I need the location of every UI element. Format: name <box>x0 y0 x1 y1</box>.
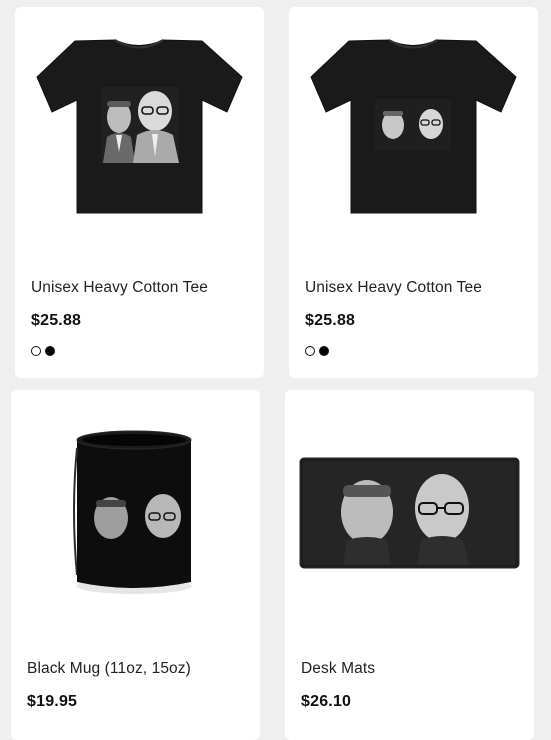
product-image-mug[interactable] <box>11 390 260 640</box>
color-swatches <box>31 346 55 356</box>
swatch-white[interactable] <box>31 346 41 356</box>
product-image-tee-1[interactable] <box>15 7 264 257</box>
swatch-black[interactable] <box>45 346 55 356</box>
product-card-mug[interactable]: Black Mug (11oz, 15oz) $19.95 <box>11 390 260 740</box>
color-swatches <box>305 346 329 356</box>
product-price: $25.88 <box>31 312 82 329</box>
product-price: $26.10 <box>301 693 352 710</box>
swatch-black[interactable] <box>319 346 329 356</box>
product-title[interactable]: Black Mug (11oz, 15oz) <box>27 660 191 678</box>
product-card-desk-mat[interactable]: Desk Mats $26.10 <box>285 390 534 740</box>
product-image-desk-mat[interactable] <box>285 390 534 640</box>
swatch-white[interactable] <box>305 346 315 356</box>
product-card-tee-1[interactable]: Unisex Heavy Cotton Tee $25.88 <box>15 7 264 378</box>
product-card-tee-2[interactable]: Unisex Heavy Cotton Tee $25.88 <box>289 7 538 378</box>
product-price: $19.95 <box>27 693 78 710</box>
product-price: $25.88 <box>305 312 356 329</box>
product-title[interactable]: Unisex Heavy Cotton Tee <box>31 279 208 297</box>
product-title[interactable]: Unisex Heavy Cotton Tee <box>305 279 482 297</box>
product-image-tee-2[interactable] <box>289 7 538 257</box>
product-title[interactable]: Desk Mats <box>301 660 375 678</box>
